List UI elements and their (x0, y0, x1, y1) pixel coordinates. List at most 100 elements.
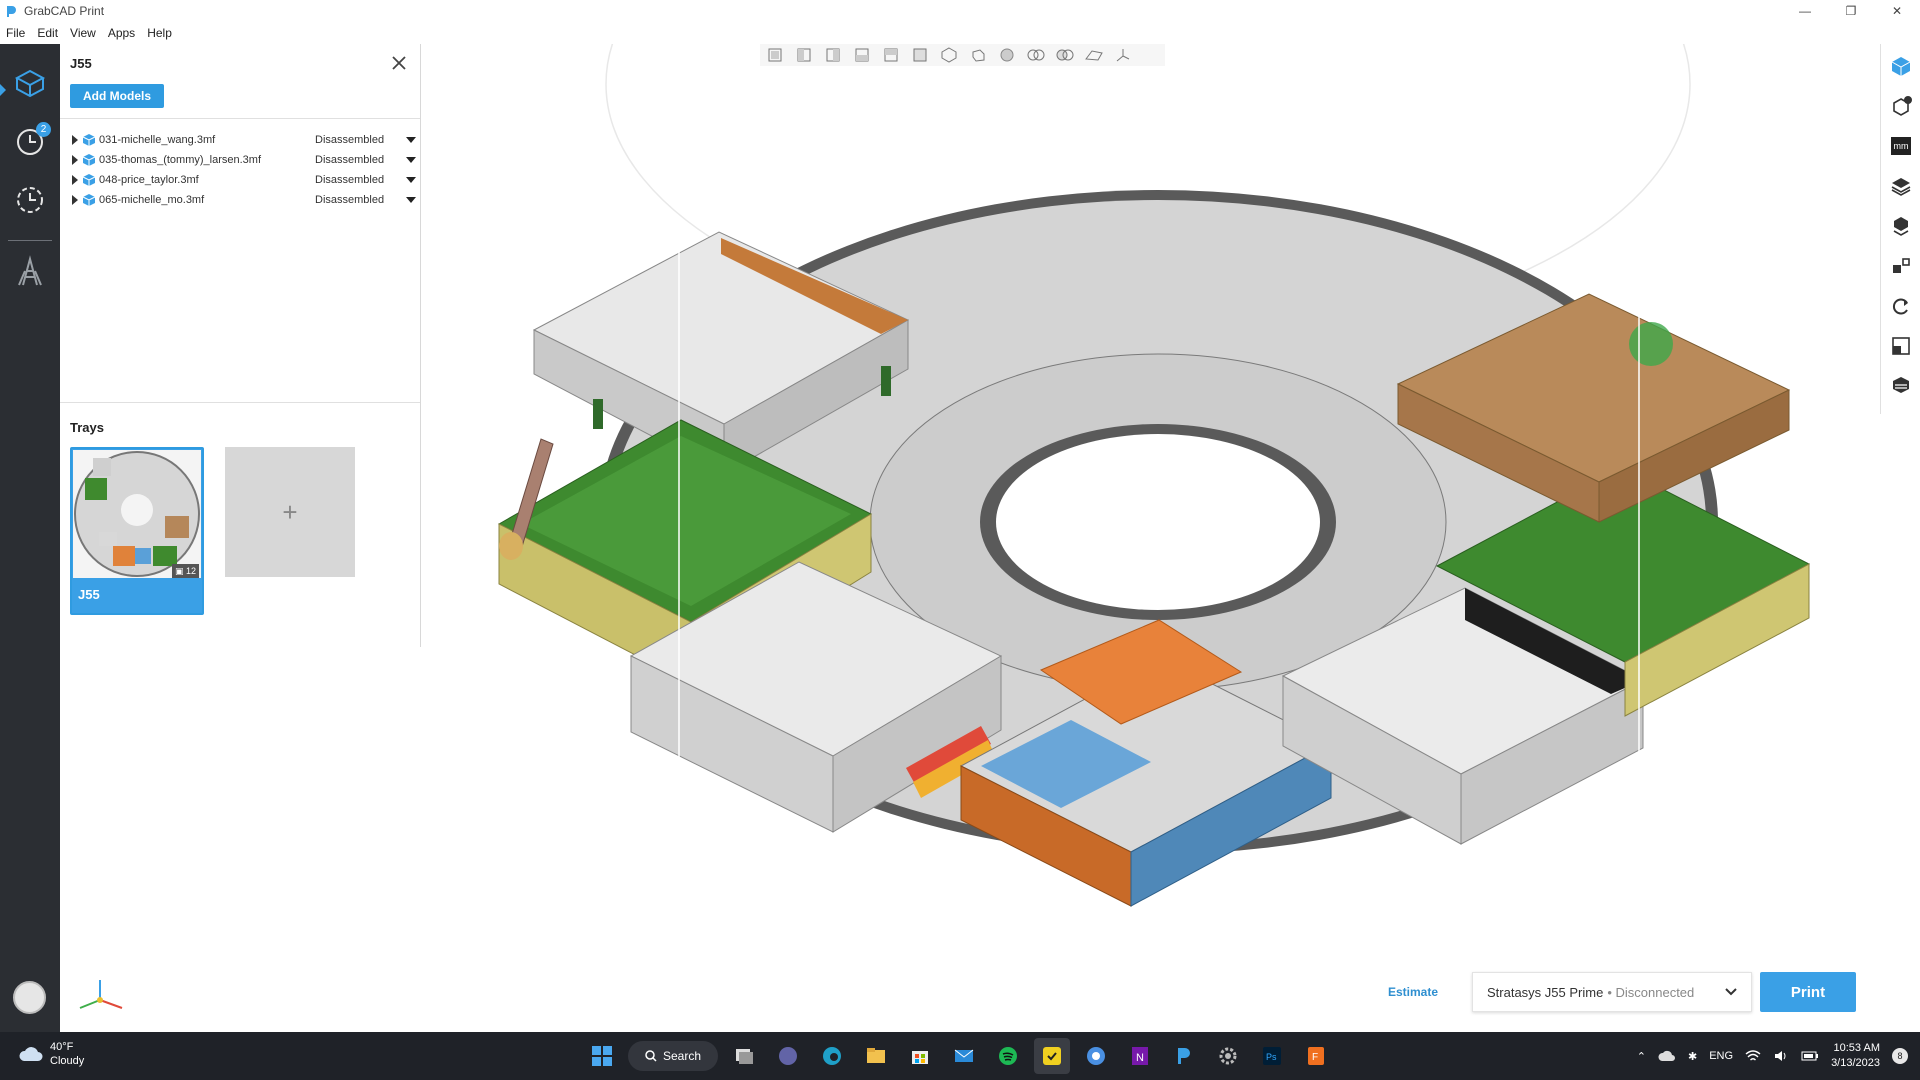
model-row[interactable]: 048-price_taylor.3mf Disassembled (72, 170, 416, 190)
top-view-icon[interactable] (880, 46, 902, 64)
onedrive-icon[interactable] (1658, 1050, 1676, 1062)
close-window-button[interactable]: ✕ (1874, 0, 1920, 22)
model-status[interactable]: Disassembled (315, 194, 384, 206)
model-status[interactable]: Disassembled (315, 174, 384, 186)
sphere-view-icon[interactable] (996, 46, 1018, 64)
menu-apps[interactable]: Apps (102, 26, 141, 40)
menu-view[interactable]: View (64, 26, 102, 40)
scale-icon[interactable] (1887, 332, 1915, 360)
add-tray-button[interactable]: + (225, 447, 355, 577)
expand-arrow-icon[interactable] (72, 175, 78, 185)
transparent-view-icon[interactable] (1054, 46, 1076, 64)
menu-bar: File Edit View Apps Help (0, 22, 1920, 44)
task-view-icon[interactable] (726, 1038, 762, 1074)
spotify-icon[interactable] (990, 1038, 1026, 1074)
check-cube-icon[interactable] (1887, 92, 1915, 120)
store-icon[interactable] (902, 1038, 938, 1074)
onenote-icon[interactable]: N (1122, 1038, 1158, 1074)
taskbar: 40°F Cloudy Search N Ps F ⌃ ✱ ENG 10:53 … (0, 1032, 1920, 1080)
clock[interactable]: 10:53 AM 3/13/2023 (1831, 1041, 1880, 1071)
model-row[interactable]: 031-michelle_wang.3mf Disassembled (72, 130, 416, 150)
rail-item-history[interactable]: 2 (0, 116, 60, 168)
bluetooth-icon[interactable]: ✱ (1688, 1050, 1697, 1063)
model-status[interactable]: Disassembled (315, 134, 384, 146)
wifi-icon[interactable] (1745, 1049, 1761, 1063)
slice-icon[interactable] (1887, 372, 1915, 400)
3d-viewport[interactable] (421, 44, 1880, 1032)
minimize-button[interactable]: — (1782, 0, 1828, 22)
taskbar-search[interactable]: Search (628, 1041, 718, 1071)
trays-title: Trays (70, 420, 104, 435)
mail-icon[interactable] (946, 1038, 982, 1074)
close-panel-button[interactable] (388, 52, 410, 74)
stack-icon[interactable] (1887, 212, 1915, 240)
model-row[interactable]: 065-michelle_mo.3mf Disassembled (72, 190, 416, 210)
status-dropdown-icon[interactable] (406, 157, 416, 163)
status-dropdown-icon[interactable] (406, 137, 416, 143)
menu-help[interactable]: Help (141, 26, 178, 40)
tray-center-hole (996, 434, 1320, 610)
outline-view-icon[interactable] (1083, 46, 1105, 64)
multi-view-icon[interactable] (1025, 46, 1047, 64)
rail-item-schedule[interactable] (0, 174, 60, 226)
mm-units-icon[interactable]: mm (1887, 132, 1915, 160)
tray-label: J55 (78, 587, 100, 602)
tray-card[interactable]: ▣ 12 J55 (70, 447, 204, 615)
files-icon[interactable]: F (1298, 1038, 1334, 1074)
wireframe-icon[interactable] (938, 46, 960, 64)
add-models-button[interactable]: Add Models (70, 84, 164, 108)
system-tray: ⌃ ✱ ENG 10:53 AM 3/13/2023 8 (1637, 1038, 1908, 1074)
align-icon[interactable] (1887, 252, 1915, 280)
estimate-link[interactable]: Estimate (1388, 985, 1438, 999)
shaded-icon[interactable] (967, 46, 989, 64)
battery-icon[interactable] (1801, 1050, 1819, 1062)
left-view-icon[interactable] (822, 46, 844, 64)
build-tray-scene[interactable] (421, 44, 1880, 1032)
weather-widget[interactable]: 40°F Cloudy (18, 1040, 84, 1068)
print-button[interactable]: Print (1760, 972, 1856, 1012)
expand-arrow-icon[interactable] (72, 155, 78, 165)
start-icon[interactable] (584, 1038, 620, 1074)
printer-tower-icon (18, 255, 42, 286)
chevron-up-icon[interactable]: ⌃ (1637, 1050, 1646, 1063)
restore-button[interactable]: ❐ (1828, 0, 1874, 22)
right-view-icon[interactable] (851, 46, 873, 64)
model-status[interactable]: Disassembled (315, 154, 384, 166)
rail-item-tray[interactable] (0, 58, 60, 110)
menu-file[interactable]: File (0, 26, 31, 40)
rail-item-printers[interactable] (0, 246, 60, 298)
iso-view-icon[interactable] (909, 46, 931, 64)
panel-divider (60, 402, 420, 403)
layers-icon[interactable] (1887, 172, 1915, 200)
teams-icon[interactable] (770, 1038, 806, 1074)
back-view-icon[interactable] (793, 46, 815, 64)
left-navigation-rail: 2 (0, 44, 60, 1032)
model-row[interactable]: 035-thomas_(tommy)_larsen.3mf Disassembl… (72, 150, 416, 170)
axis-view-icon[interactable] (1112, 46, 1134, 64)
printer-select[interactable]: Stratasys J55 Prime • Disconnected (1472, 972, 1752, 1012)
view-toolbar (760, 44, 1165, 66)
panel-divider (60, 118, 420, 119)
expand-arrow-icon[interactable] (72, 135, 78, 145)
notification-badge[interactable]: 8 (1892, 1048, 1908, 1064)
edge-icon[interactable] (814, 1038, 850, 1074)
chrome-icon[interactable] (1078, 1038, 1114, 1074)
model-cube-icon[interactable] (1887, 52, 1915, 80)
model-cube-icon (82, 134, 96, 146)
weather-desc: Cloudy (50, 1055, 85, 1067)
status-dropdown-icon[interactable] (406, 177, 416, 183)
status-dropdown-icon[interactable] (406, 197, 416, 203)
expand-arrow-icon[interactable] (72, 195, 78, 205)
front-view-icon[interactable] (764, 46, 786, 64)
rotate-icon[interactable] (1887, 292, 1915, 320)
settings-icon[interactable] (1210, 1038, 1246, 1074)
model-name: 065-michelle_mo.3mf (99, 194, 205, 206)
grabcad-icon[interactable] (1034, 1038, 1070, 1074)
explorer-icon[interactable] (858, 1038, 894, 1074)
photoshop-icon[interactable]: Ps (1254, 1038, 1290, 1074)
volume-icon[interactable] (1773, 1049, 1789, 1063)
menu-edit[interactable]: Edit (31, 26, 64, 40)
grabcad-print-icon[interactable] (1166, 1038, 1202, 1074)
avatar[interactable] (13, 981, 46, 1014)
language-indicator[interactable]: ENG (1709, 1050, 1733, 1062)
